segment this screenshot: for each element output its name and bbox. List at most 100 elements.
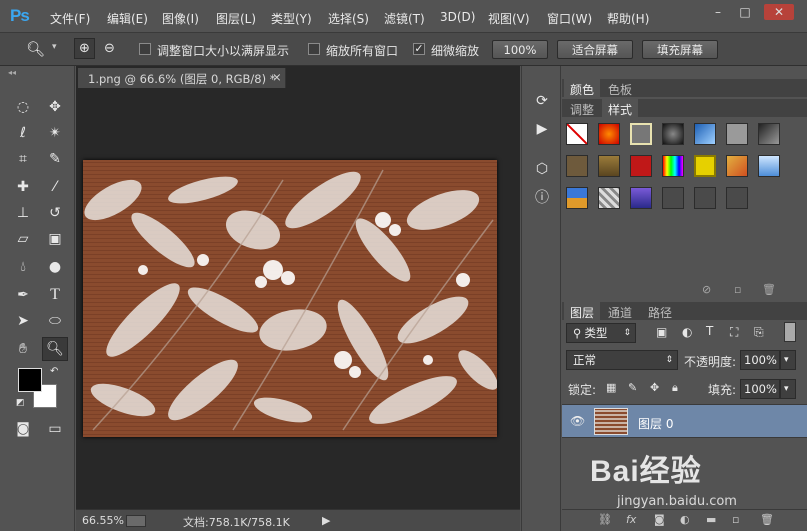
style-swatch[interactable]: [630, 187, 652, 209]
smart-object-filter-icon[interactable]: ⎘: [754, 325, 764, 340]
eraser-tool-icon[interactable]: ▱: [12, 228, 34, 250]
fill-input[interactable]: 100%: [740, 379, 780, 399]
new-layer-icon[interactable]: ▫: [732, 513, 739, 526]
menu-file[interactable]: 文件(F): [50, 10, 90, 27]
menu-filter[interactable]: 滤镜(T): [384, 10, 425, 27]
style-swatch[interactable]: [694, 123, 716, 145]
dodge-tool-icon[interactable]: ●: [44, 256, 66, 278]
clear-style-icon[interactable]: ⊘: [702, 283, 711, 296]
menu-view[interactable]: 视图(V): [488, 10, 530, 27]
lasso-tool-icon[interactable]: ℓ: [12, 122, 34, 144]
opacity-input[interactable]: 100%: [740, 350, 780, 370]
style-swatch[interactable]: [598, 123, 620, 145]
zoom-out-icon[interactable]: ⊖: [99, 38, 120, 59]
quick-mask-icon[interactable]: ◙: [12, 418, 34, 440]
lock-pixels-icon[interactable]: ✎: [628, 381, 637, 394]
image-canvas[interactable]: [83, 160, 497, 437]
restore-button[interactable]: □: [733, 4, 757, 20]
brush-tool-icon[interactable]: ⁄: [44, 176, 66, 198]
delete-layer-icon[interactable]: 🗑︎: [760, 513, 774, 526]
menu-help[interactable]: 帮助(H): [607, 10, 649, 27]
healing-brush-icon[interactable]: ✚: [12, 176, 34, 198]
tab-adjustments[interactable]: 调整: [564, 99, 600, 117]
minimize-button[interactable]: –: [706, 4, 730, 20]
zoom-all-checkbox[interactable]: [308, 43, 320, 55]
close-window-button[interactable]: ✕: [764, 4, 794, 20]
status-menu-arrow-icon[interactable]: ▶: [322, 514, 330, 527]
collapse-arrows-icon[interactable]: ◂◂: [8, 68, 16, 77]
opacity-dropdown-icon[interactable]: ▾: [780, 350, 796, 370]
layer-name[interactable]: 图层 0: [638, 415, 673, 432]
eyedropper-icon[interactable]: ✎: [44, 148, 66, 170]
tab-channels[interactable]: 通道: [602, 302, 638, 320]
move-tool-icon[interactable]: ✥: [44, 96, 66, 118]
fx-icon[interactable]: fx: [626, 513, 636, 526]
style-swatch-none[interactable]: [566, 123, 588, 145]
tab-styles[interactable]: 样式: [602, 99, 639, 117]
menu-window[interactable]: 窗口(W): [547, 10, 592, 27]
ellipse-tool-icon[interactable]: ⬭: [44, 310, 66, 332]
document-tab[interactable]: 1.png @ 66.6% (图层 0, RGB/8) * ×: [78, 68, 286, 88]
menu-layer[interactable]: 图层(L): [216, 10, 256, 27]
filter-toggle[interactable]: [784, 322, 796, 342]
fit-screen-button[interactable]: 适合屏幕: [557, 40, 633, 59]
actions-panel-icon[interactable]: ▶: [531, 118, 553, 140]
history-panel-icon[interactable]: ⟳: [531, 90, 553, 112]
style-swatch[interactable]: [758, 123, 780, 145]
style-swatch[interactable]: [566, 155, 588, 177]
menu-3d[interactable]: 3D(D): [440, 10, 475, 24]
style-swatch[interactable]: [694, 155, 716, 177]
zoom-100-button[interactable]: 100%: [492, 40, 548, 59]
crop-tool-icon[interactable]: ⌗: [12, 148, 34, 170]
tab-color[interactable]: 颜色: [564, 79, 601, 97]
screen-mode-icon[interactable]: ▭: [44, 418, 66, 440]
style-swatch-selected[interactable]: [630, 123, 652, 145]
tab-swatches[interactable]: 色板: [602, 79, 638, 97]
status-preview-icon[interactable]: [126, 515, 146, 527]
style-swatch[interactable]: [662, 187, 684, 209]
info-panel-icon[interactable]: ⓘ: [531, 186, 553, 208]
chevron-down-icon[interactable]: ▾: [52, 42, 57, 52]
lock-position-icon[interactable]: ✥: [650, 381, 659, 394]
fill-dropdown-icon[interactable]: ▾: [780, 379, 796, 399]
lock-transparency-icon[interactable]: ▦: [606, 381, 616, 394]
zoom-tool-icon[interactable]: 🔍︎: [26, 40, 45, 58]
style-swatch[interactable]: [662, 155, 684, 177]
link-layers-icon[interactable]: ⛓: [598, 513, 612, 526]
3d-panel-icon[interactable]: ⬡: [531, 158, 553, 180]
add-mask-icon[interactable]: ◙: [654, 513, 665, 526]
pen-tool-icon[interactable]: ✒: [12, 284, 34, 306]
lock-all-icon[interactable]: 🔒︎: [672, 381, 678, 395]
gradient-tool-icon[interactable]: ▣: [44, 228, 66, 250]
layer-filter-select[interactable]: ⚲ 类型 ⇕: [566, 323, 636, 343]
magic-wand-icon[interactable]: ✴: [44, 122, 66, 144]
shape-filter-icon[interactable]: ⛶: [730, 325, 738, 340]
swap-colors-icon[interactable]: ↶: [50, 366, 58, 377]
style-swatch[interactable]: [758, 155, 780, 177]
style-swatch[interactable]: [726, 155, 748, 177]
type-filter-icon[interactable]: T: [706, 324, 713, 338]
style-swatch[interactable]: [694, 187, 716, 209]
tab-layers[interactable]: 图层: [564, 302, 601, 320]
layer-row[interactable]: 👁︎ 图层 0: [562, 404, 807, 438]
blend-mode-select[interactable]: 正常 ⇕: [566, 350, 678, 370]
new-group-icon[interactable]: ▬: [706, 513, 716, 526]
style-swatch[interactable]: [598, 155, 620, 177]
visibility-eye-icon[interactable]: 👁︎: [570, 414, 585, 428]
zoom-level[interactable]: 66.55%: [82, 514, 124, 527]
style-swatch[interactable]: [726, 123, 748, 145]
delete-style-icon[interactable]: 🗑︎: [762, 283, 776, 296]
menu-edit[interactable]: 编辑(E): [107, 10, 148, 27]
menu-image[interactable]: 图像(I): [162, 10, 199, 27]
blur-tool-icon[interactable]: 💧︎: [12, 256, 34, 278]
default-colors-icon[interactable]: ◩: [16, 398, 25, 408]
style-swatch[interactable]: [598, 187, 620, 209]
menu-select[interactable]: 选择(S): [328, 10, 369, 27]
marquee-tool-icon[interactable]: ◌: [12, 96, 34, 118]
scrubby-zoom-checkbox[interactable]: ✓: [413, 43, 425, 55]
adjustment-layer-icon[interactable]: ◐: [680, 513, 690, 526]
pixel-filter-icon[interactable]: ▣: [656, 325, 667, 339]
style-swatch[interactable]: [662, 123, 684, 145]
adjustment-filter-icon[interactable]: ◐: [682, 325, 692, 339]
type-tool-icon[interactable]: T: [44, 284, 66, 306]
